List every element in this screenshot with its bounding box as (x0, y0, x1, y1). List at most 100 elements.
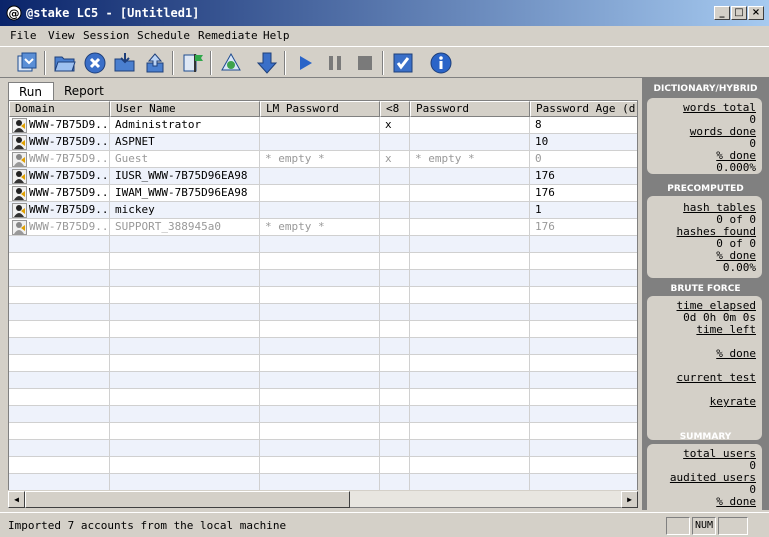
horizontal-scrollbar[interactable]: ◀ ▶ (8, 490, 638, 508)
download-button[interactable] (254, 50, 280, 76)
about-button[interactable] (428, 50, 454, 76)
cell-password-age: 1 (530, 202, 637, 219)
empty-cell (380, 440, 410, 457)
menu-remediate[interactable]: Remediate (198, 29, 258, 42)
maximize-button[interactable]: □ (731, 6, 747, 20)
cell-less-than-8: x (380, 151, 410, 168)
table-row[interactable]: WWW-7B75D9... Guest * empty * x * empty * 0 (9, 151, 637, 168)
empty-cell (530, 338, 637, 355)
empty-cell (9, 474, 110, 491)
arrow-down-icon (256, 52, 278, 74)
cell-password-age: 0 (530, 151, 637, 168)
summary-pct-label: % done (716, 495, 756, 508)
empty-row (9, 406, 637, 423)
words-done-label: words done (689, 125, 756, 138)
stop-button[interactable] (352, 50, 378, 76)
empty-cell (410, 321, 530, 338)
save-button[interactable] (142, 50, 168, 76)
menu-schedule[interactable]: Schedule (137, 29, 190, 42)
scroll-left-button[interactable]: ◀ (8, 491, 25, 508)
cell-password (410, 117, 530, 134)
scroll-thumb[interactable] (25, 491, 350, 508)
folder-import-icon (114, 53, 135, 72)
empty-cell (110, 457, 260, 474)
empty-cell (110, 270, 260, 287)
status-bar: Imported 7 accounts from the local machi… (0, 512, 769, 537)
tab-run[interactable]: Run (8, 82, 54, 100)
empty-row (9, 423, 637, 440)
cell-less-than-8 (380, 185, 410, 202)
user-icon (12, 135, 27, 150)
empty-cell (380, 474, 410, 491)
empty-cell (110, 338, 260, 355)
col-domain[interactable]: Domain (9, 101, 110, 117)
import-button[interactable] (112, 50, 138, 76)
svg-text:@: @ (9, 7, 20, 20)
wizard-icon (17, 52, 37, 72)
col-password[interactable]: Password (410, 101, 530, 117)
table-row[interactable]: WWW-7B75D9... ASPNET 10 (9, 134, 637, 151)
scroll-right-button[interactable]: ▶ (621, 491, 638, 508)
empty-cell (9, 236, 110, 253)
close-session-button[interactable] (82, 50, 108, 76)
time-left-label: time left (696, 323, 756, 336)
audited-users-label: audited users (669, 471, 756, 484)
new-session-button[interactable] (14, 50, 40, 76)
table-row[interactable]: WWW-7B75D9... Administrator x 8 (9, 117, 637, 134)
user-disabled-icon (12, 152, 27, 167)
empty-row (9, 304, 637, 321)
menu-file[interactable]: File (10, 29, 37, 42)
menu-view[interactable]: View (48, 29, 75, 42)
empty-cell (260, 321, 380, 338)
brute-force-box: time elapsed 0d 0h 0m 0s time left % don… (647, 296, 762, 440)
empty-cell (410, 338, 530, 355)
empty-cell (9, 355, 110, 372)
empty-row (9, 355, 637, 372)
user-icon (12, 203, 27, 218)
tab-report[interactable]: Report (54, 82, 106, 100)
empty-cell (9, 270, 110, 287)
close-button[interactable]: × (748, 6, 764, 20)
table-row[interactable]: WWW-7B75D9... mickey 1 (9, 202, 637, 219)
pause-button[interactable] (322, 50, 348, 76)
empty-cell (380, 423, 410, 440)
cell-password-age: 176 (530, 219, 637, 236)
cell-less-than-8 (380, 202, 410, 219)
table-row[interactable]: WWW-7B75D9... SUPPORT_388945a0 * empty * 17… (9, 219, 637, 236)
menu-help[interactable]: Help (263, 29, 290, 42)
table-row[interactable]: WWW-7B75D9... IWAM_WWW-7B75D96EA98 176 (9, 185, 637, 202)
col-user-name[interactable]: User Name (110, 101, 260, 117)
session-options-button[interactable] (180, 50, 206, 76)
menu-session[interactable]: Session (83, 29, 129, 42)
empty-cell (380, 253, 410, 270)
brute-pct-label: % done (716, 347, 756, 360)
open-button[interactable] (52, 50, 78, 76)
empty-cell (530, 270, 637, 287)
empty-cell (110, 253, 260, 270)
col-lm-password[interactable]: LM Password (260, 101, 380, 117)
empty-cell (380, 406, 410, 423)
table-row[interactable]: WWW-7B75D9... IUSR_WWW-7B75D96EA98 176 (9, 168, 637, 185)
empty-cell (410, 304, 530, 321)
begin-audit-button[interactable] (218, 50, 244, 76)
status-panel-caps (666, 517, 690, 535)
empty-cell (530, 372, 637, 389)
empty-cell (9, 287, 110, 304)
empty-cell (380, 236, 410, 253)
dictionary-box: words total 0 words done 0 % done 0.000% (647, 98, 762, 174)
remediate-button[interactable] (390, 50, 416, 76)
col-password-age[interactable]: Password Age (d... (530, 101, 637, 117)
cell-password-age: 10 (530, 134, 637, 151)
empty-cell (110, 304, 260, 321)
empty-cell (410, 253, 530, 270)
cell-user-name: Guest (110, 151, 260, 168)
empty-cell (110, 406, 260, 423)
keyrate-label: keyrate (709, 395, 756, 408)
empty-cell (380, 304, 410, 321)
play-button[interactable] (292, 50, 318, 76)
col-less-than-8[interactable]: <8 (380, 101, 410, 117)
empty-cell (530, 457, 637, 474)
empty-cell (110, 372, 260, 389)
minimize-button[interactable]: _ (714, 6, 730, 20)
empty-cell (260, 253, 380, 270)
